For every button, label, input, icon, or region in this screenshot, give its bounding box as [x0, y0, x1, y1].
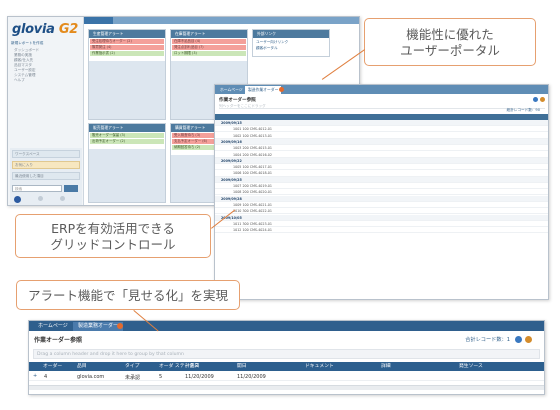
sidebar-item[interactable]: ヘルプ [14, 78, 80, 83]
group-row[interactable]: 2009/09/25 [215, 176, 548, 183]
col-open-date[interactable]: 開日 [237, 362, 247, 371]
refresh-icon[interactable] [515, 336, 522, 343]
grid-title: 作業オーダー参照 [219, 98, 256, 103]
alert-row[interactable]: 購買発注 (4) [90, 45, 164, 50]
table-row[interactable]: 1008 200 CMS-4020-01 [215, 189, 548, 196]
search-button[interactable] [64, 185, 78, 192]
alert-panel-production: 生産管理アラート 受注処理待ちオーダー (2) 購買発注 (4) 作業指示書 (2) [88, 29, 166, 120]
tab-home[interactable]: ホームページ [217, 86, 246, 94]
close-tab-icon[interactable] [117, 323, 123, 329]
col-item[interactable]: 品目 [77, 362, 87, 371]
settings-icon[interactable] [60, 196, 65, 201]
callout-portal: 機能性に優れた ユーザーポータル [364, 18, 536, 66]
column-header-row[interactable]: オーダー 品目 タイプ オーダ ステータス 計画日 開日 ドキュメント 詳細 発… [29, 362, 544, 371]
portal-sidebar: glovia G2 新規レポートを作成 ダッシュボード 業務の実施 顧客/仕入先 品目… [8, 17, 84, 205]
alert-row[interactable]: 出荷予定オーダー (2) [90, 139, 164, 144]
callout-alert: アラート機能で「見せる化」を実現 [16, 280, 240, 310]
table-row[interactable]: 1001 100 CMS-4012-01 [215, 126, 548, 133]
alert-row[interactable]: 作業指示書 (2) [90, 51, 164, 56]
alert-row[interactable]: ロット期限 (3) [172, 51, 246, 56]
alert-row[interactable]: 販売オーダー保留 (3) [90, 133, 164, 138]
alert-panel-sales: 販売管理アラート 販売オーダー保留 (3) 出荷予定オーダー (2) [88, 123, 166, 203]
table-row[interactable]: 1006 100 CMS-4018-01 [215, 170, 548, 177]
table-row[interactable]: 1012 100 CMS-4024-01 [215, 227, 548, 234]
tab-home[interactable]: ホームページ [84, 17, 114, 33]
bottom-tabbar: ホームページ 製造業務オーダー [29, 321, 544, 331]
external-links-panel: 外部リンク ユーザー向けリンク 顧客ポータル [252, 29, 330, 57]
table-row[interactable]: 1005 100 CMS-4017-01 [215, 164, 548, 171]
col-order[interactable]: オーダー [43, 362, 62, 371]
table-row[interactable]: 1004 200 CMS-4016-02 [215, 152, 548, 158]
group-row[interactable]: 2009/09/16 [215, 138, 548, 146]
search-input[interactable]: 検索 [12, 185, 62, 192]
horizontal-scrollbar[interactable] [29, 385, 544, 390]
col-detail[interactable]: 詳細 [381, 362, 391, 371]
alert-row[interactable]: 在庫不足品目 (4) [172, 39, 246, 44]
alert-row[interactable]: 発注点割れ品目 (7) [172, 45, 246, 50]
tab-manufacturing-order[interactable]: 製造業務オーダー [73, 322, 124, 331]
group-drop-area[interactable]: Drag a column header and drop it here to… [33, 349, 540, 359]
user-icon [14, 196, 21, 203]
col-type[interactable]: タイプ [125, 362, 139, 371]
table-row[interactable]: + 4 glovia.com 未承認 5 11/20/2009 11/20/20… [29, 372, 544, 381]
record-count: 合計レコード数：1 [465, 337, 510, 343]
link-item[interactable]: ユーザー向けリンク [253, 38, 329, 45]
group-row[interactable]: 2009/10/05 [215, 214, 548, 221]
expand-icon[interactable]: + [33, 373, 37, 379]
group-row[interactable]: 2009/09/15 [215, 120, 548, 127]
link-item[interactable]: 顧客ポータル [253, 45, 329, 51]
grid-screenshot: ホームページ 製造作業オーダー 作業オーダー参照 列ヘッダーをここにドラッグ 総… [214, 84, 549, 300]
sidebar-bottom-panel: ワークスペース お気に入り 最近使用した項目 検索 [10, 148, 82, 205]
table-row[interactable]: 1011 300 CMS-4023-01 [215, 221, 548, 227]
record-count: 総計レコード数：90 [506, 108, 540, 112]
group-hint: 列ヘッダーをここにドラッグ [219, 104, 266, 108]
table-row[interactable]: 1009 100 CMS-4021-01 [215, 202, 548, 209]
export-icon[interactable] [525, 336, 532, 343]
tab-work-order[interactable]: 製造作業オーダー [245, 86, 282, 94]
group-row[interactable]: 2009/09/28 [215, 195, 548, 202]
export-icon[interactable] [540, 97, 545, 102]
glovia-logo: glovia G2 [12, 22, 78, 37]
sidebar-item[interactable]: 新規レポートを作成 [11, 41, 81, 46]
help-icon[interactable] [38, 196, 43, 201]
col-document[interactable]: ドキュメント [305, 362, 334, 371]
table-row[interactable]: 1002 100 CMS-4013-01 [215, 133, 548, 139]
grid-tabbar: ホームページ 製造作業オーダー [215, 85, 548, 94]
col-plan-date[interactable]: 計画日 [185, 362, 199, 371]
close-tab-icon[interactable] [279, 87, 284, 92]
table-row[interactable]: 1010 300 CMS-4022-01 [215, 208, 548, 215]
col-source[interactable]: 発生ソース [459, 362, 483, 371]
table-row[interactable]: 1003 200 CMS-4015-01 [215, 145, 548, 152]
group-row[interactable]: 2009/09/22 [215, 157, 548, 164]
tab-home[interactable]: ホームページ [33, 322, 73, 331]
table-row[interactable]: 1007 200 CMS-4019-01 [215, 183, 548, 190]
alert-grid-screenshot: ホームページ 製造業務オーダー 作業オーダー参照 合計レコード数：1 Drag … [28, 320, 545, 395]
alert-row[interactable]: 受注処理待ちオーダー (2) [90, 39, 164, 44]
refresh-icon[interactable] [533, 97, 538, 102]
callout-grid: ERPを有効活用できる グリッドコントロール [15, 214, 211, 258]
bottom-title: 作業オーダー参照 [34, 337, 83, 344]
